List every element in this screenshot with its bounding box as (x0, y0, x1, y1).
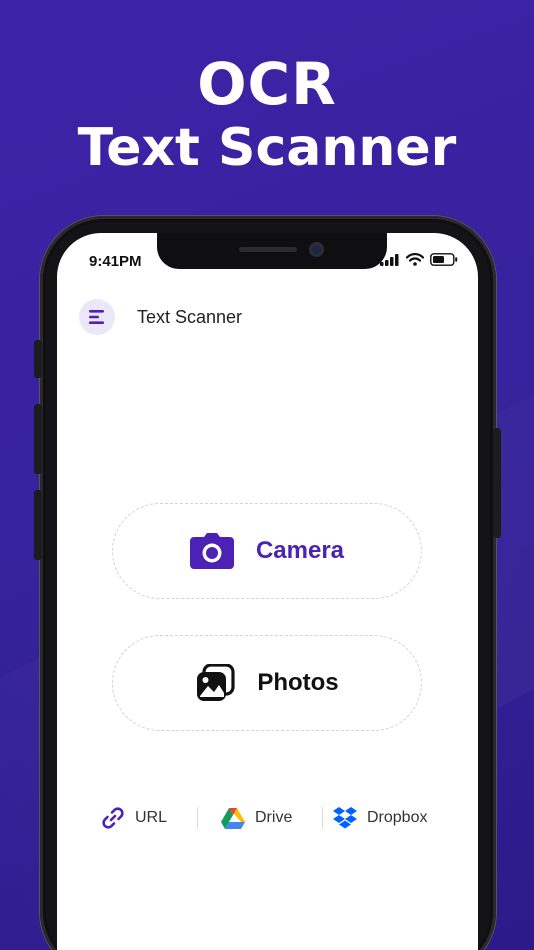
link-icon (102, 807, 124, 829)
drive-source-button[interactable]: Drive (221, 803, 292, 833)
status-icons (380, 253, 458, 266)
app-bar: Text Scanner (79, 299, 242, 335)
menu-icon (89, 310, 104, 324)
phone-volume-up-button (34, 404, 42, 474)
app-title: Text Scanner (137, 306, 243, 327)
status-time: 9:41PM (89, 253, 142, 270)
camera-button[interactable]: Camera (112, 503, 422, 599)
speaker-grille (239, 247, 297, 252)
battery-icon (430, 253, 458, 266)
dropbox-source-button[interactable]: Dropbox (333, 803, 427, 833)
drive-label: Drive (255, 809, 293, 826)
source-divider (197, 807, 198, 829)
phone-volume-down-button (34, 490, 42, 560)
url-source-button[interactable]: URL (101, 803, 167, 833)
phone-screen: 9:41PM Text Scanner Camera Photos URL Dr… (57, 233, 478, 950)
photos-label: Photos (257, 669, 339, 696)
signal-icon (380, 253, 399, 266)
camera-icon (189, 533, 234, 569)
wifi-icon (406, 253, 424, 266)
phone-mute-button (34, 340, 42, 378)
promo-headline: OCR Text Scanner (0, 52, 534, 178)
photos-icon (197, 664, 235, 701)
menu-button[interactable] (79, 299, 115, 335)
url-label: URL (135, 809, 168, 826)
source-row: URL Drive Dropbox (57, 803, 478, 833)
dropbox-label: Dropbox (367, 809, 428, 826)
front-camera (309, 242, 324, 257)
headline-line-2: Text Scanner (77, 118, 457, 178)
notch (157, 233, 387, 269)
photos-button[interactable]: Photos (112, 635, 422, 731)
camera-label: Camera (255, 537, 345, 564)
headline-line-1: OCR (197, 50, 337, 118)
phone-power-button (493, 428, 501, 538)
google-drive-icon (221, 807, 245, 829)
dropbox-icon (333, 807, 357, 829)
source-divider (322, 807, 323, 829)
